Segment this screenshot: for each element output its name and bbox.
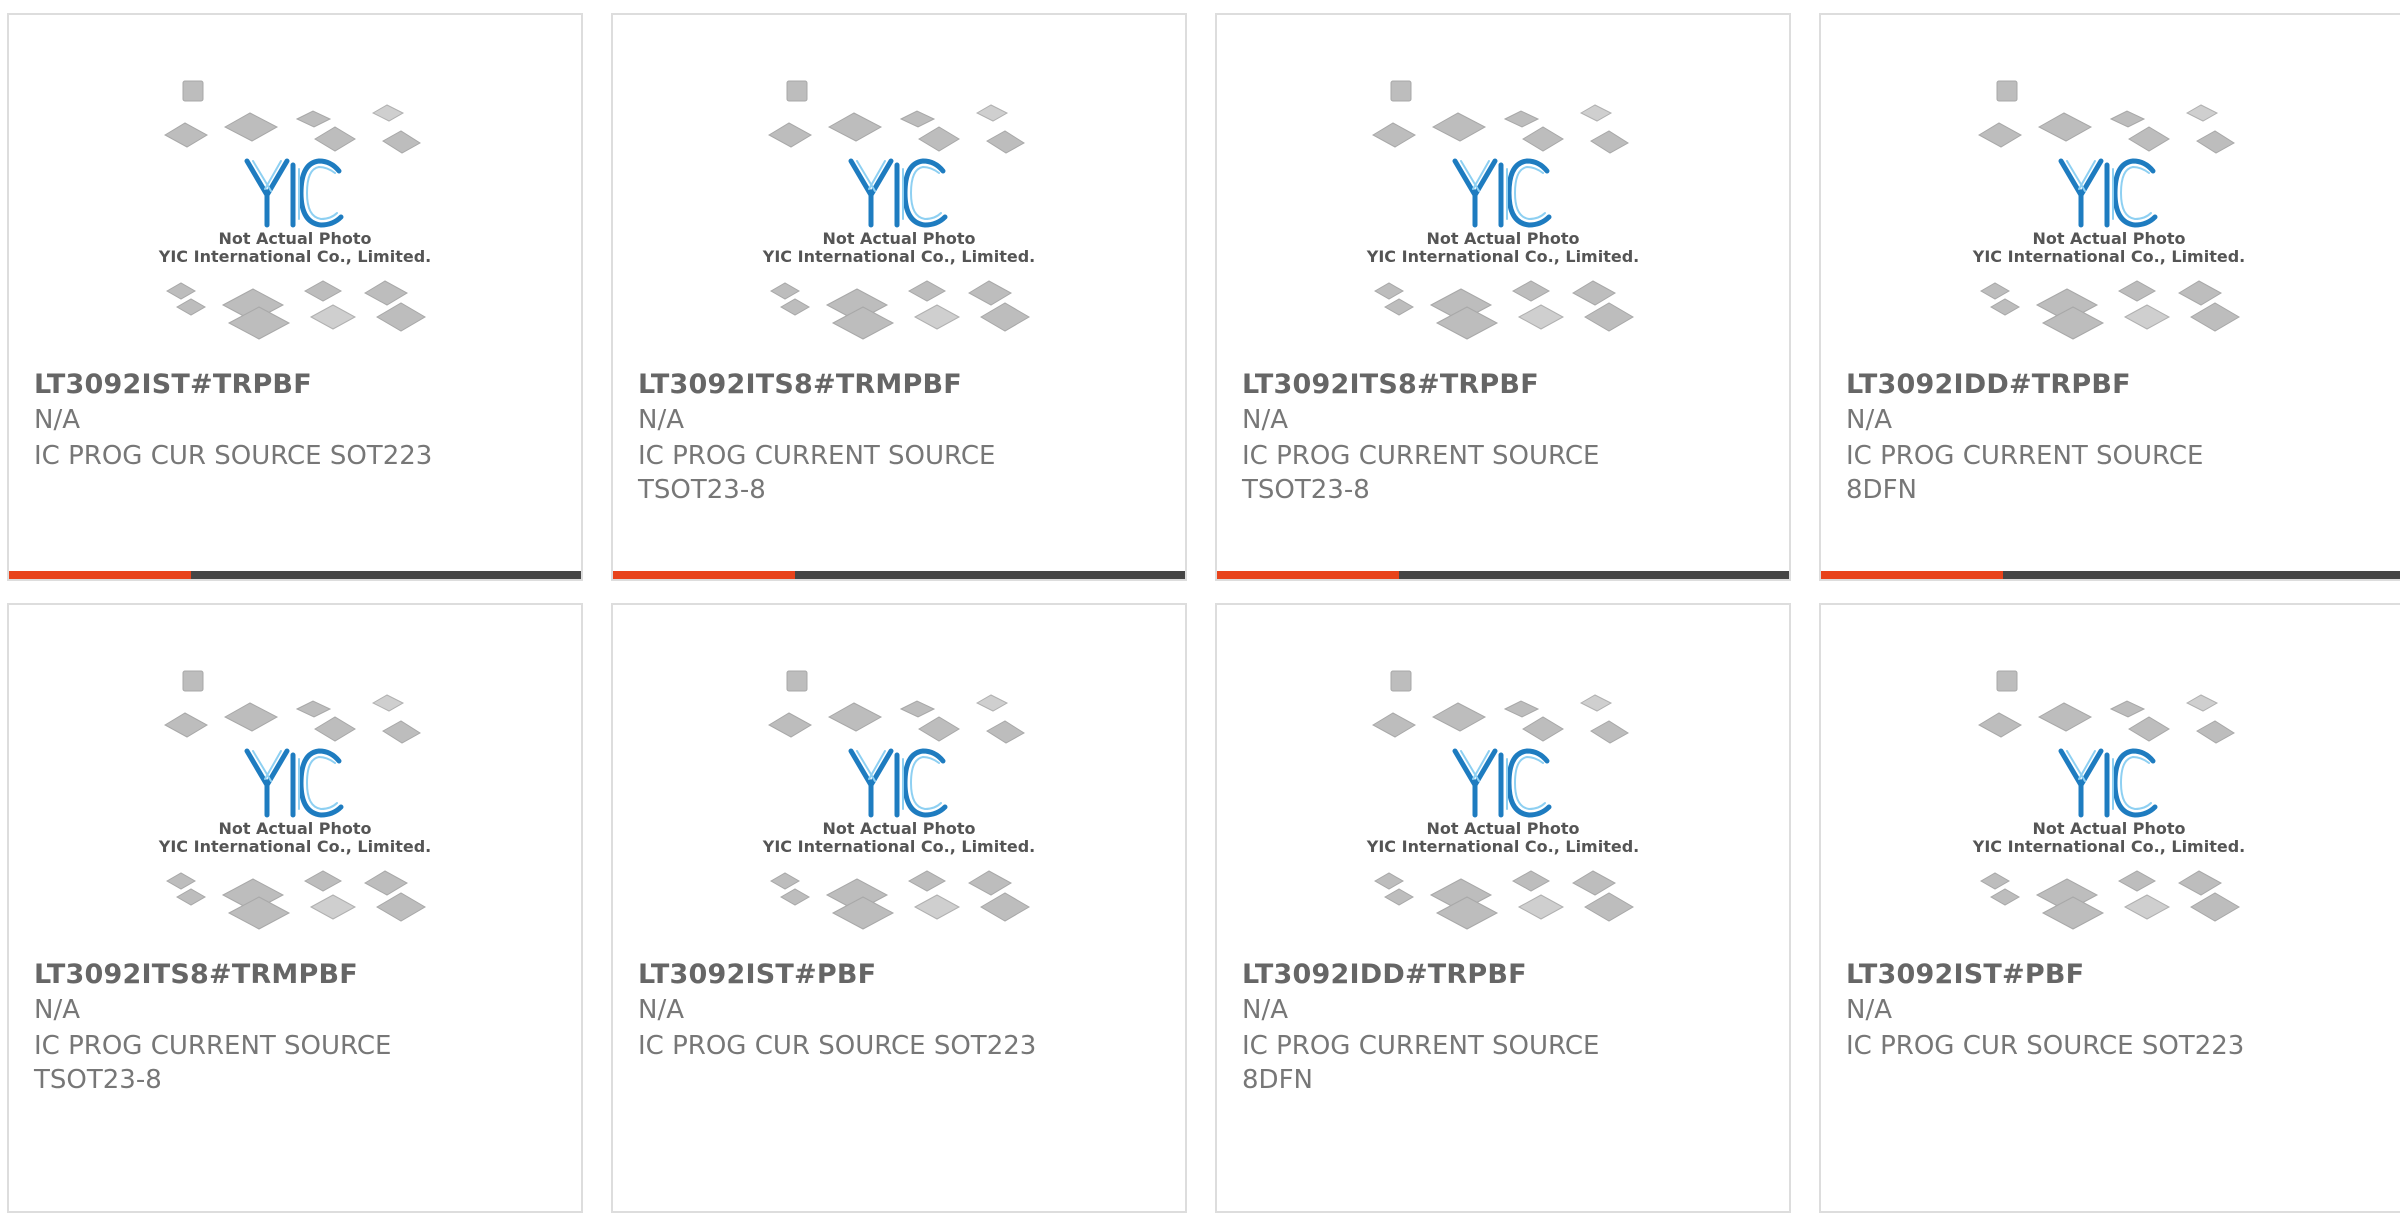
manufacturer: N/A: [638, 995, 684, 1025]
not-actual-photo-icon: Not Actual Photo YIC International Co., …: [158, 670, 431, 930]
placeholder-caption: Not Actual Photo: [822, 819, 975, 838]
placeholder-caption: Not Actual Photo: [2032, 229, 2185, 248]
product-card[interactable]: Not Actual Photo YIC International Co., …: [7, 13, 583, 581]
part-number[interactable]: LT3092IST#PBF: [1846, 959, 2084, 990]
description: IC PROG CURRENT SOURCE TSOT23-8: [1242, 441, 1600, 505]
placeholder-company: YIC International Co., Limited.: [158, 837, 431, 856]
manufacturer: N/A: [34, 995, 80, 1025]
placeholder-caption: Not Actual Photo: [2032, 819, 2185, 838]
not-actual-photo-icon: Not Actual Photo YIC International Co., …: [762, 670, 1035, 930]
product-placeholder-image[interactable]: Not Actual Photo YIC International Co., …: [1217, 645, 1789, 945]
not-actual-photo-icon: Not Actual Photo YIC International Co., …: [762, 80, 1035, 340]
not-actual-photo-icon: Not Actual Photo YIC International Co., …: [1366, 670, 1639, 930]
product-card[interactable]: Not Actual Photo YIC International Co., …: [611, 603, 1187, 1213]
not-actual-photo-icon: Not Actual Photo YIC International Co., …: [1972, 670, 2245, 930]
card-bottom-bar: [1217, 571, 1789, 579]
product-placeholder-image[interactable]: Not Actual Photo YIC International Co., …: [1821, 55, 2397, 355]
placeholder-caption: Not Actual Photo: [1426, 229, 1579, 248]
card-accent: [613, 571, 795, 579]
part-number[interactable]: LT3092IDD#TRPBF: [1242, 959, 1527, 990]
placeholder-company: YIC International Co., Limited.: [1366, 837, 1639, 856]
part-number[interactable]: LT3092IST#TRPBF: [34, 369, 312, 400]
manufacturer: N/A: [1242, 405, 1288, 435]
not-actual-photo-icon: Not Actual Photo YIC International Co., …: [1366, 80, 1639, 340]
description: IC PROG CUR SOURCE SOT223: [1846, 1031, 2245, 1061]
card-accent: [1821, 571, 2003, 579]
product-placeholder-image[interactable]: Not Actual Photo YIC International Co., …: [9, 55, 581, 355]
not-actual-photo-icon: Not Actual Photo YIC International Co., …: [1972, 80, 2245, 340]
description: IC PROG CURRENT SOURCE TSOT23-8: [34, 1031, 392, 1095]
card-accent: [1217, 571, 1399, 579]
product-placeholder-image[interactable]: Not Actual Photo YIC International Co., …: [9, 645, 581, 945]
placeholder-company: YIC International Co., Limited.: [1972, 247, 2245, 266]
manufacturer: N/A: [638, 405, 684, 435]
product-card[interactable]: Not Actual Photo YIC International Co., …: [611, 13, 1187, 581]
part-number[interactable]: LT3092IDD#TRPBF: [1846, 369, 2131, 400]
part-number[interactable]: LT3092ITS8#TRPBF: [1242, 369, 1539, 400]
placeholder-company: YIC International Co., Limited.: [762, 247, 1035, 266]
placeholder-caption: Not Actual Photo: [218, 819, 371, 838]
description: IC PROG CURRENT SOURCE TSOT23-8: [638, 441, 996, 505]
placeholder-company: YIC International Co., Limited.: [1366, 247, 1639, 266]
product-placeholder-image[interactable]: Not Actual Photo YIC International Co., …: [1821, 645, 2397, 945]
part-number[interactable]: LT3092IST#PBF: [638, 959, 876, 990]
not-actual-photo-icon: Not Actual Photo YIC International Co., …: [158, 80, 431, 340]
product-placeholder-image[interactable]: Not Actual Photo YIC International Co., …: [613, 645, 1185, 945]
manufacturer: N/A: [34, 405, 80, 435]
placeholder-caption: Not Actual Photo: [822, 229, 975, 248]
manufacturer: N/A: [1846, 995, 1892, 1025]
card-bottom-bar: [1821, 571, 2400, 579]
product-card[interactable]: Not Actual Photo YIC International Co., …: [1215, 603, 1791, 1213]
product-placeholder-image[interactable]: Not Actual Photo YIC International Co., …: [613, 55, 1185, 355]
placeholder-company: YIC International Co., Limited.: [1972, 837, 2245, 856]
part-number[interactable]: LT3092ITS8#TRMPBF: [34, 959, 358, 990]
part-number[interactable]: LT3092ITS8#TRMPBF: [638, 369, 962, 400]
placeholder-company: YIC International Co., Limited.: [762, 837, 1035, 856]
manufacturer: N/A: [1846, 405, 1892, 435]
product-card[interactable]: Not Actual Photo YIC International Co., …: [1819, 603, 2400, 1213]
placeholder-caption: Not Actual Photo: [1426, 819, 1579, 838]
placeholder-caption: Not Actual Photo: [218, 229, 371, 248]
description: IC PROG CUR SOURCE SOT223: [34, 441, 433, 471]
product-card[interactable]: Not Actual Photo YIC International Co., …: [1215, 13, 1791, 581]
description: IC PROG CURRENT SOURCE 8DFN: [1242, 1031, 1600, 1095]
card-bottom-bar: [9, 571, 581, 579]
manufacturer: N/A: [1242, 995, 1288, 1025]
card-bottom-bar: [613, 571, 1185, 579]
placeholder-company: YIC International Co., Limited.: [158, 247, 431, 266]
description: IC PROG CURRENT SOURCE 8DFN: [1846, 441, 2204, 505]
product-card[interactable]: Not Actual Photo YIC International Co., …: [1819, 13, 2400, 581]
product-placeholder-image[interactable]: Not Actual Photo YIC International Co., …: [1217, 55, 1789, 355]
product-grid: Not Actual Photo YIC International Co., …: [0, 0, 2400, 1213]
description: IC PROG CUR SOURCE SOT223: [638, 1031, 1037, 1061]
product-card[interactable]: Not Actual Photo YIC International Co., …: [7, 603, 583, 1213]
card-accent: [9, 571, 191, 579]
